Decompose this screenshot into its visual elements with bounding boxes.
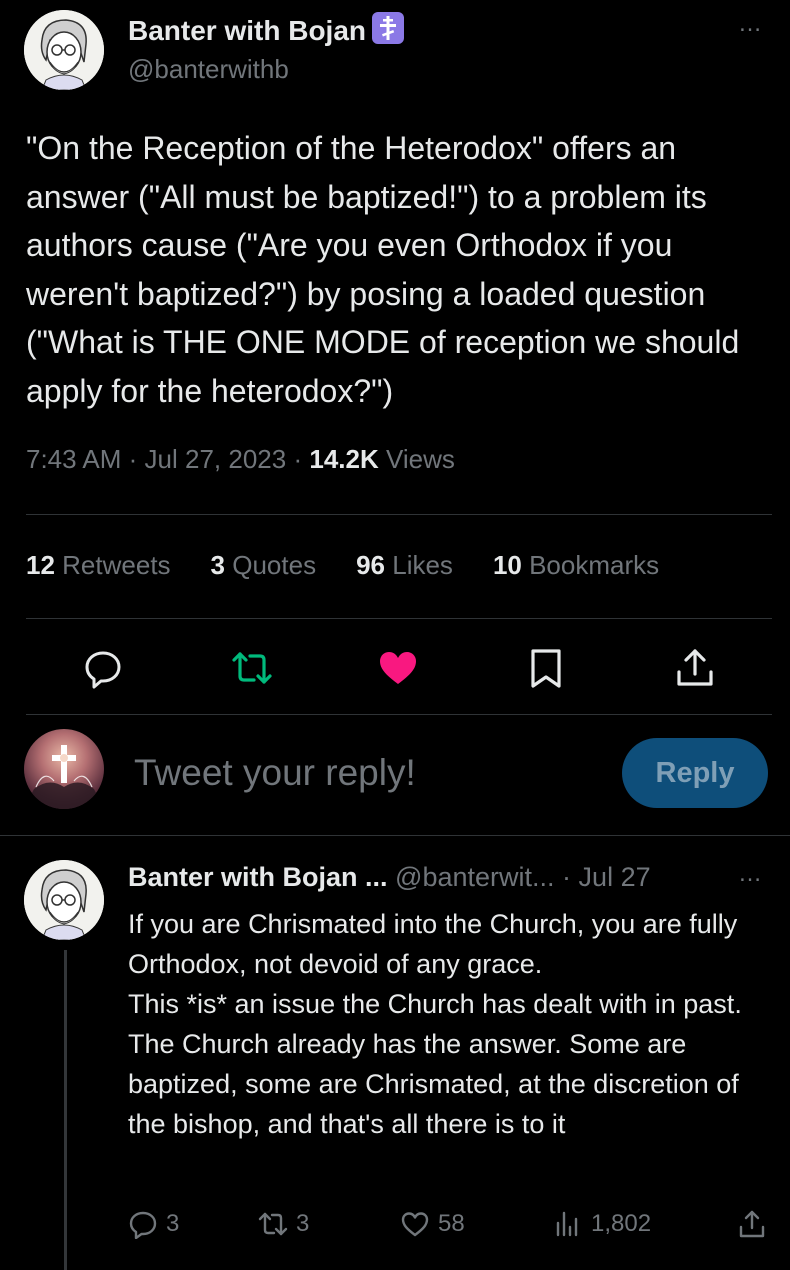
likes-count: 96: [356, 550, 385, 580]
like-icon: [400, 1209, 430, 1239]
more-options-icon[interactable]: …: [738, 10, 763, 38]
caricature-avatar-image: [24, 10, 104, 90]
bookmark-icon[interactable]: [524, 646, 568, 690]
reply-like-count: 58: [438, 1210, 465, 1237]
views-label: Views: [385, 444, 455, 474]
reply-more-options-icon[interactable]: …: [738, 860, 763, 888]
reply-icon[interactable]: [81, 646, 125, 690]
thread-connector-line: [64, 950, 67, 1270]
retweets-label: Retweets: [62, 550, 171, 580]
bookmarks-count: 10: [492, 550, 522, 580]
tweet-date[interactable]: Jul 27, 2023: [145, 444, 287, 474]
author-name[interactable]: Banter with Bojan: [128, 12, 405, 47]
retweets-count: 12: [26, 550, 55, 580]
reply-text-line-1: If you are Chrismated into the Church, y…: [128, 909, 738, 979]
retweet-icon[interactable]: [230, 646, 274, 690]
reply-author-avatar[interactable]: [24, 860, 104, 940]
retweet-icon: [258, 1209, 288, 1239]
cross-avatar-image: [24, 745, 104, 809]
reply-views-action[interactable]: 1,802: [553, 1206, 651, 1242]
bookmarks-stat[interactable]: 10 Bookmarks: [493, 550, 659, 581]
author-name-text: Banter with Bojan: [128, 15, 367, 46]
tweet-meta: 7:43 AM · Jul 27, 2023 · 14.2K Views: [26, 444, 455, 475]
share-icon: [737, 1209, 767, 1239]
quotes-stat[interactable]: 3 Quotes: [211, 550, 317, 581]
orthodox-cross-badge-icon: [372, 12, 405, 44]
views-chart-icon: [553, 1209, 583, 1239]
reply-icon: [128, 1209, 158, 1239]
reply-author-name[interactable]: Banter with Bojan ...: [128, 862, 388, 892]
reply-date[interactable]: Jul 27: [579, 862, 651, 892]
author-avatar[interactable]: [24, 10, 104, 90]
reply-share-action[interactable]: [737, 1206, 775, 1242]
retweets-stat[interactable]: 12 Retweets: [26, 550, 171, 581]
divider: [26, 714, 772, 715]
likes-label: Likes: [392, 550, 453, 580]
tweet-text: "On the Reception of the Heterodox" offe…: [26, 130, 740, 409]
reply-button[interactable]: Reply: [622, 738, 768, 808]
quotes-label: Quotes: [232, 550, 317, 580]
reply-reply-action[interactable]: 3: [128, 1206, 179, 1242]
meta-separator: ·: [293, 444, 303, 474]
like-icon[interactable]: [376, 646, 420, 690]
divider: [26, 618, 772, 619]
reply-retweet-count: 3: [296, 1210, 310, 1237]
divider: [26, 514, 772, 515]
caricature-avatar-image: [24, 860, 104, 940]
bookmarks-label: Bookmarks: [529, 550, 660, 580]
share-icon[interactable]: [673, 646, 717, 690]
reply-input[interactable]: Tweet your reply!: [134, 752, 416, 794]
current-user-avatar[interactable]: [24, 729, 104, 809]
author-handle[interactable]: @banterwithb: [128, 54, 289, 85]
meta-separator: ·: [128, 444, 138, 474]
reply-retweet-action[interactable]: 3: [258, 1206, 309, 1242]
reply-text-line-2: This *is* an issue the Church has dealt …: [128, 989, 742, 1139]
reply-like-action[interactable]: 58: [400, 1206, 465, 1242]
tweet-time[interactable]: 7:43 AM: [26, 444, 121, 474]
reply-separator: ·: [562, 862, 572, 892]
reply-text: If you are Chrismated into the Church, y…: [128, 904, 776, 1144]
views-count: 14.2K: [309, 444, 379, 474]
engagement-stats: 12 Retweets 3 Quotes 96 Likes 10 Bookmar…: [26, 550, 699, 581]
reply-views-count: 1,802: [591, 1210, 652, 1237]
quotes-count: 3: [210, 550, 226, 580]
reply-reply-count: 3: [166, 1210, 180, 1237]
likes-stat[interactable]: 96 Likes: [356, 550, 453, 581]
reply-header: Banter with Bojan ... @banterwit... · Ju…: [128, 862, 651, 893]
divider: [0, 835, 790, 836]
reply-author-handle[interactable]: @banterwit...: [395, 862, 554, 892]
